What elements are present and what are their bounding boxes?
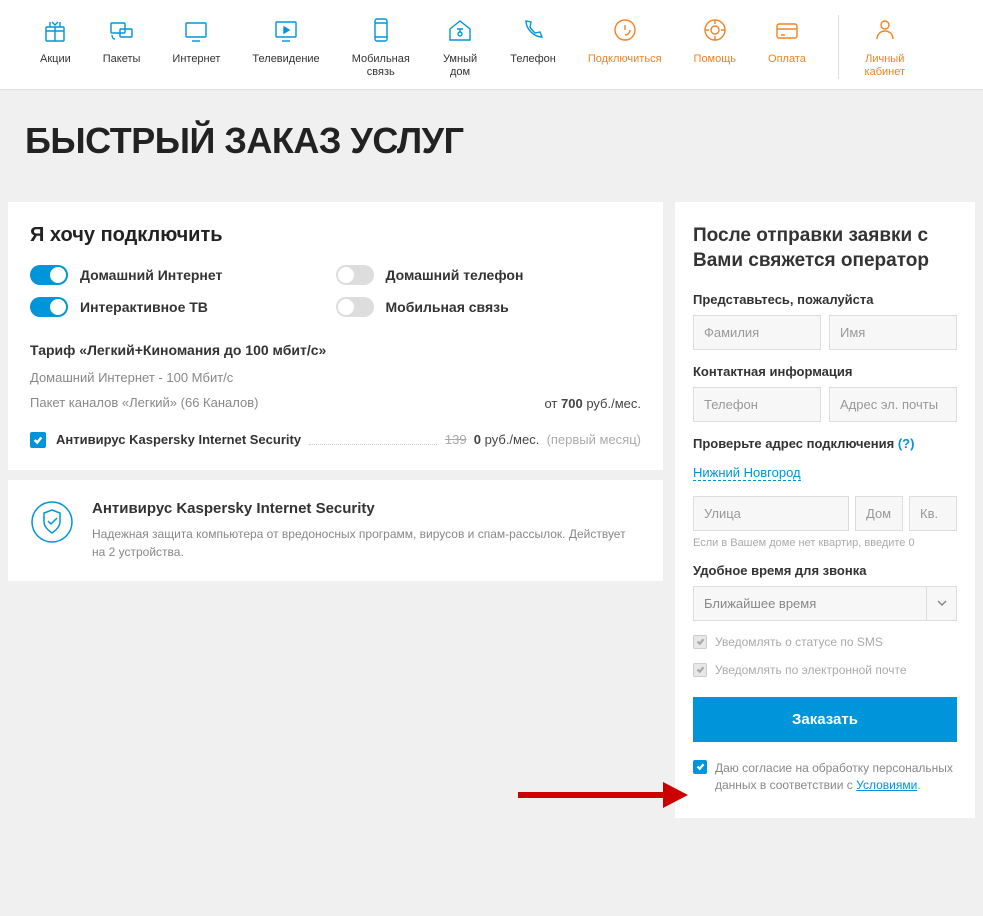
street-input[interactable] xyxy=(693,496,849,531)
toggle-2[interactable] xyxy=(30,297,68,317)
nav-icon xyxy=(518,15,548,45)
nav-item-9[interactable]: Оплата xyxy=(768,15,806,79)
help-link[interactable]: (?) xyxy=(898,436,915,451)
surname-input[interactable] xyxy=(693,315,821,350)
apartment-input[interactable] xyxy=(909,496,957,531)
nav-label: Умный дом xyxy=(442,53,478,79)
sms-notify-label: Уведомлять о статусе по SMS xyxy=(715,635,883,649)
nav-icon xyxy=(772,15,802,45)
terms-link[interactable]: Условиями xyxy=(856,778,917,792)
nav-icon xyxy=(181,15,211,45)
apartment-hint: Если в Вашем доме нет квартир, введите 0 xyxy=(693,537,957,549)
name-input[interactable] xyxy=(829,315,957,350)
nav-item-7[interactable]: Подключиться xyxy=(588,15,662,79)
email-input[interactable] xyxy=(829,387,957,422)
nav-icon xyxy=(445,15,475,45)
kaspersky-checkbox[interactable] xyxy=(30,432,46,448)
nav-label: Телевидение xyxy=(252,53,319,66)
email-notify-checkbox[interactable] xyxy=(693,663,707,677)
call-time-select[interactable]: Ближайшее время xyxy=(693,586,957,621)
nav-label: Оплата xyxy=(768,53,806,66)
contact-label: Контактная информация xyxy=(693,364,957,379)
shield-icon xyxy=(30,500,74,544)
city-link[interactable]: Нижний Новгород xyxy=(693,465,801,481)
nav-label: Подключиться xyxy=(588,53,662,66)
toggle-label: Домашний Интернет xyxy=(80,267,222,283)
nav-item-4[interactable]: Мобильная связь xyxy=(352,15,410,79)
kaspersky-info-panel: Антивирус Kaspersky Internet Security На… xyxy=(8,480,663,581)
tariff-detail: Домашний Интернет - 100 Мбит/с xyxy=(30,368,641,389)
call-time-label: Удобное время для звонка xyxy=(693,563,957,578)
nav-item-2[interactable]: Интернет xyxy=(172,15,220,79)
nav-item-0[interactable]: Акции xyxy=(40,15,71,79)
kaspersky-price: 139 0 руб./мес. (первый месяц) xyxy=(445,432,641,447)
address-check-label: Проверьте адрес подключения (?) xyxy=(693,436,957,451)
kaspersky-info-title: Антивирус Kaspersky Internet Security xyxy=(92,500,641,517)
nav-icon xyxy=(366,15,396,45)
kaspersky-info-desc: Надежная защита компьютера от вредоносны… xyxy=(92,525,641,561)
nav-item-8[interactable]: Помощь xyxy=(694,15,737,79)
house-input[interactable] xyxy=(855,496,903,531)
consent-text: Даю согласие на обработку персональных д… xyxy=(715,760,957,794)
nav-icon xyxy=(610,15,640,45)
introduce-label: Представьтесь, пожалуйста xyxy=(693,292,957,307)
nav-item-6[interactable]: Телефон xyxy=(510,15,556,79)
form-title: После отправки заявки с Вами свяжется оп… xyxy=(693,224,957,273)
email-notify-label: Уведомлять по электронной почте xyxy=(715,663,907,677)
nav-item-10[interactable]: Личный кабинет xyxy=(859,15,912,79)
toggle-label: Интерактивное ТВ xyxy=(80,299,208,315)
phone-input[interactable] xyxy=(693,387,821,422)
nav-icon xyxy=(271,15,301,45)
nav-icon xyxy=(107,15,137,45)
toggle-1[interactable] xyxy=(336,265,374,285)
toggle-3[interactable] xyxy=(336,297,374,317)
nav-label: Акции xyxy=(40,53,71,66)
kaspersky-label: Антивирус Kaspersky Internet Security xyxy=(56,432,301,447)
services-panel: Я хочу подключить Домашний Интернет Домаш… xyxy=(8,202,663,470)
services-title: Я хочу подключить xyxy=(30,224,641,247)
sms-notify-checkbox[interactable] xyxy=(693,635,707,649)
nav-item-1[interactable]: Пакеты xyxy=(103,15,141,79)
consent-checkbox[interactable] xyxy=(693,760,707,774)
nav-label: Помощь xyxy=(694,53,737,66)
order-form-panel: После отправки заявки с Вами свяжется оп… xyxy=(675,202,975,818)
nav-label: Интернет xyxy=(172,53,220,66)
toggle-0[interactable] xyxy=(30,265,68,285)
nav-label: Мобильная связь xyxy=(352,53,410,79)
page-title: БЫСТРЫЙ ЗАКАЗ УСЛУГ xyxy=(0,90,983,202)
top-nav: Акции Пакеты Интернет Телевидение Мобильная … xyxy=(0,0,983,90)
tariff-price: от 700 руб./мес. xyxy=(544,396,641,411)
nav-label: Пакеты xyxy=(103,53,141,66)
tariff-name: Тариф «Легкий+Киномания до 100 мбит/с» xyxy=(30,342,641,358)
nav-label: Телефон xyxy=(510,53,556,66)
nav-icon xyxy=(870,15,900,45)
tariff-detail: Пакет каналов «Легкий» (66 Каналов) xyxy=(30,393,258,414)
nav-label: Личный кабинет xyxy=(859,53,912,79)
order-button[interactable]: Заказать xyxy=(693,697,957,742)
nav-item-3[interactable]: Телевидение xyxy=(252,15,319,79)
nav-icon xyxy=(700,15,730,45)
toggle-label: Домашний телефон xyxy=(386,267,524,283)
chevron-down-icon xyxy=(927,586,957,621)
toggle-label: Мобильная связь xyxy=(386,299,509,315)
nav-item-5[interactable]: Умный дом xyxy=(442,15,478,79)
nav-icon xyxy=(40,15,70,45)
